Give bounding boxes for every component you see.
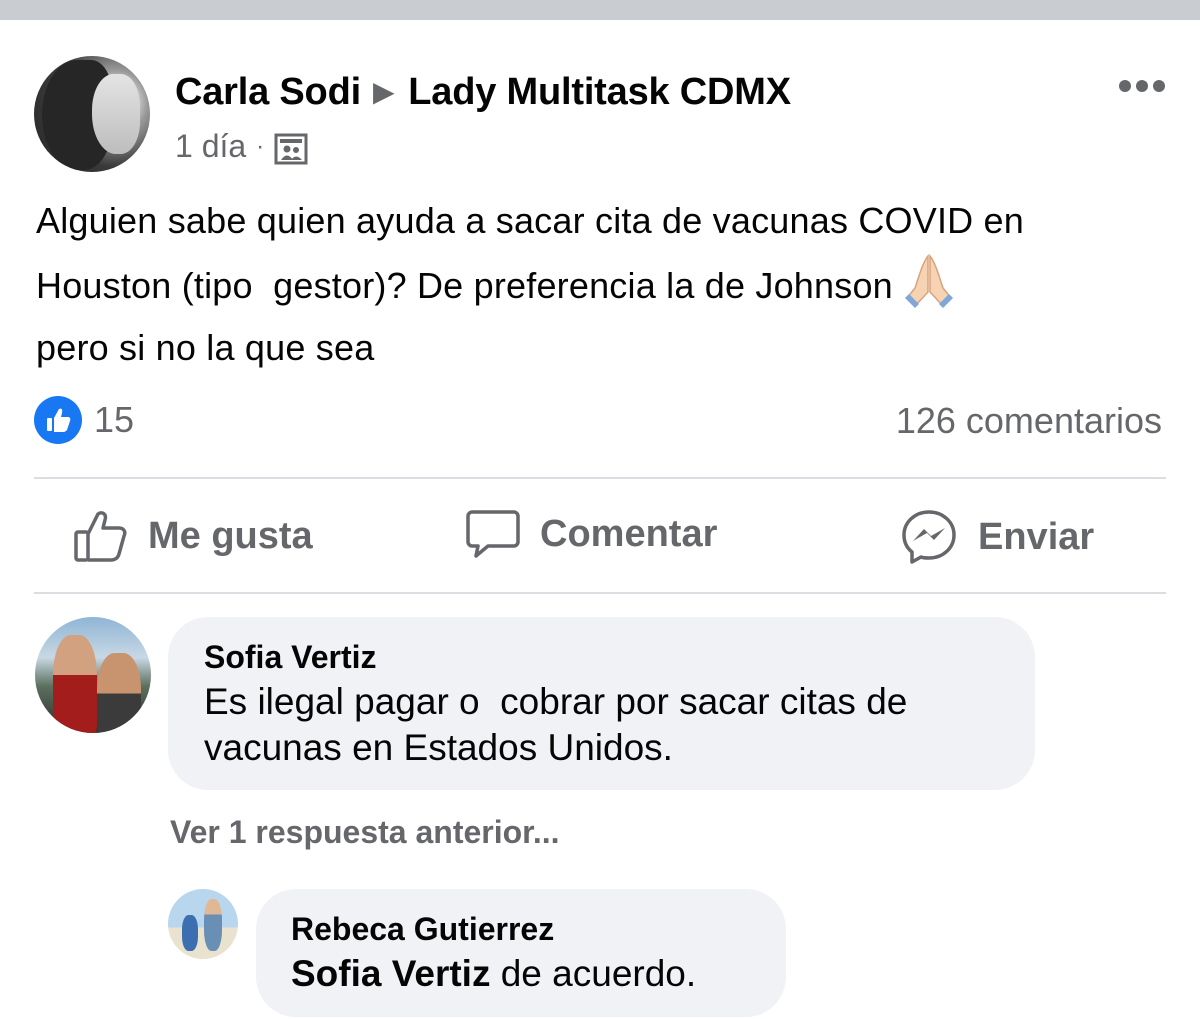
meta-separator: · bbox=[256, 132, 265, 160]
top-status-strip bbox=[0, 0, 1200, 20]
reply-author[interactable]: Rebeca Gutierrez bbox=[291, 911, 554, 948]
post-author-line: Carla Sodi ▶ Lady Multitask CDMX bbox=[175, 71, 791, 114]
group-name[interactable]: Lady Multitask CDMX bbox=[408, 71, 791, 113]
divider bbox=[34, 592, 1166, 594]
post-meta: 1 día · bbox=[175, 128, 308, 165]
divider bbox=[34, 477, 1166, 479]
post-time[interactable]: 1 día bbox=[175, 128, 246, 165]
author-name[interactable]: Carla Sodi bbox=[175, 71, 361, 113]
view-previous-replies-link[interactable]: Ver 1 respuesta anterior... bbox=[170, 814, 560, 851]
comment-label: Comentar bbox=[540, 512, 718, 555]
author-avatar[interactable] bbox=[34, 56, 150, 172]
commenter-avatar[interactable] bbox=[35, 617, 151, 733]
reply-text: Sofia Vertiz de acuerdo. bbox=[291, 951, 781, 997]
reply-avatar[interactable] bbox=[168, 889, 238, 959]
post-text-end: pero si no la que sea bbox=[36, 327, 375, 368]
send-button[interactable]: Enviar bbox=[900, 508, 1094, 566]
reaction-summary[interactable]: 15 bbox=[34, 396, 134, 444]
comment-author[interactable]: Sofia Vertiz bbox=[204, 639, 377, 676]
reply-mention[interactable]: Sofia Vertiz bbox=[291, 953, 490, 994]
like-label: Me gusta bbox=[148, 514, 313, 557]
send-label: Enviar bbox=[978, 515, 1095, 558]
post-text: Alguien sabe quien ayuda a sacar cita de… bbox=[36, 200, 1025, 306]
post-header: Carla Sodi ▶ Lady Multitask CDMX 1 día · bbox=[34, 56, 1174, 176]
thumbs-up-icon bbox=[74, 511, 127, 562]
like-button[interactable]: Me gusta bbox=[72, 508, 313, 564]
comment-button[interactable]: Comentar bbox=[466, 508, 717, 560]
reply-body: de acuerdo. bbox=[490, 953, 697, 994]
more-dots-icon[interactable] bbox=[1118, 78, 1166, 94]
messenger-icon bbox=[902, 510, 956, 564]
post-body: Alguien sabe quien ayuda a sacar cita de… bbox=[36, 190, 1176, 379]
group-icon bbox=[274, 133, 308, 164]
right-triangle-icon: ▶ bbox=[372, 76, 395, 107]
comment-bubble-icon bbox=[466, 510, 520, 558]
like-reaction-icon bbox=[34, 396, 82, 444]
comments-count[interactable]: 126 comentarios bbox=[896, 400, 1162, 442]
comment-text: Es ilegal pagar o cobrar por sacar citas… bbox=[204, 681, 908, 768]
reply-bubble: Rebeca Gutierrez Sofia Vertiz de acuerdo… bbox=[256, 889, 786, 1017]
likes-count: 15 bbox=[94, 399, 135, 440]
comment-bubble: Sofia Vertiz Es ilegal pagar o cobrar po… bbox=[168, 617, 1035, 790]
folded-hands-emoji bbox=[904, 253, 953, 308]
